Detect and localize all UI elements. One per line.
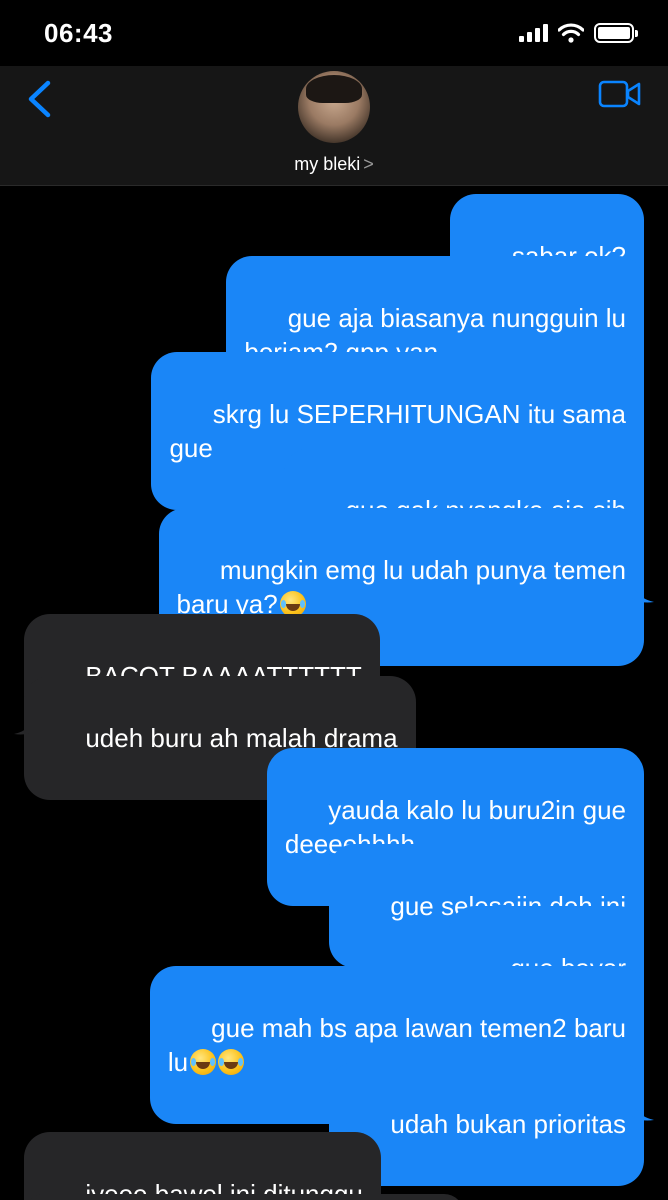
back-chevron-icon[interactable] [24,80,54,118]
battery-icon [594,23,638,43]
tears-of-joy-emoji-icon [218,1049,245,1075]
contact-name-button[interactable]: my bleki > [0,154,668,175]
message-text: mungkin emg lu udah punya temen baru ya? [176,555,627,619]
contact-avatar[interactable] [298,71,370,143]
message-bubble-incoming[interactable]: iyeee bawel ini ditunggu [24,1132,381,1200]
message-thread: sabar ok? gue aja biasanya nungguin lu b… [0,186,668,1200]
bubble-tail-incoming [14,714,36,735]
imessage-screen: 06:43 my bleki > gue aja biasanya nunggu… [0,0,668,1200]
tears-of-joy-emoji-icon [190,1049,217,1075]
chevron-right-icon: > [363,154,374,174]
message-text: udah bukan prioritas [390,1109,626,1139]
status-time: 06:43 [44,17,113,48]
bubble-tail-outgoing [632,582,654,603]
conversation-header: my bleki > [0,66,668,186]
bubble-tail-outgoing [632,1100,654,1121]
contact-name: my bleki [294,154,361,174]
message-bubble-incoming-partial[interactable] [24,1194,464,1200]
cellular-signal-icon [519,24,548,42]
video-call-icon[interactable] [598,78,642,110]
status-bar: 06:43 [0,0,668,66]
wifi-icon [558,23,584,43]
status-icons [519,23,638,43]
